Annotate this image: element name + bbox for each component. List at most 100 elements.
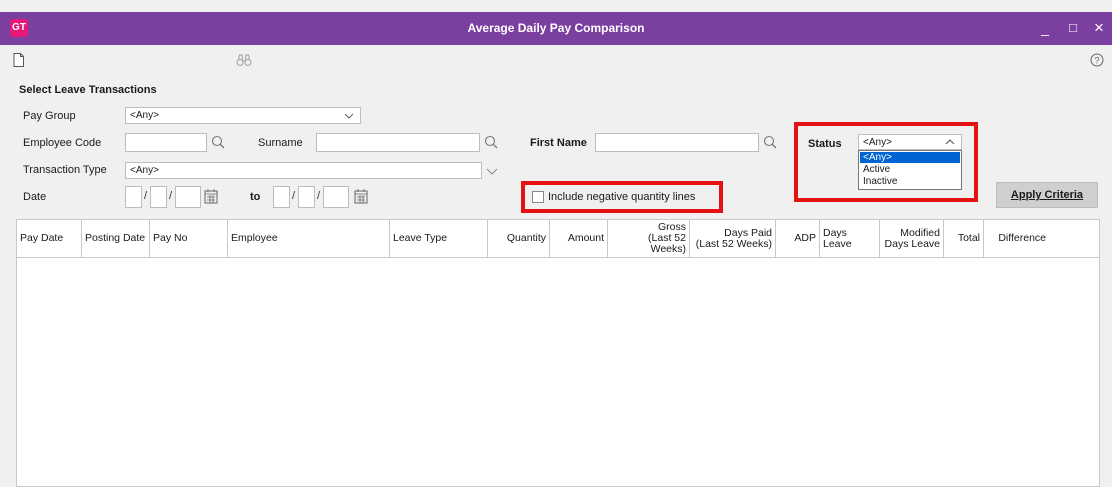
column-header-line1: Difference — [998, 232, 1046, 244]
date-to-year[interactable] — [323, 186, 349, 208]
apply-criteria-button[interactable]: Apply Criteria — [996, 182, 1098, 208]
column-header-line1: ADP — [794, 232, 816, 244]
chevron-down-icon[interactable] — [486, 166, 498, 176]
column-header-line2: Days Leave — [884, 237, 940, 250]
column-header-label: Amount — [568, 233, 604, 244]
column-header-line1: Employee — [231, 232, 278, 244]
surname-label: Surname — [258, 137, 303, 149]
column-header-line1: Posting Date — [85, 232, 146, 244]
pay-group-label: Pay Group — [23, 110, 76, 122]
column-header-label: Pay No — [153, 233, 187, 244]
column-header-label: Days Paid (Last 52 Weeks) — [695, 226, 772, 250]
column-header-label: Posting Date — [85, 233, 145, 244]
column-header-label: Quantity — [507, 233, 546, 244]
minimize-button[interactable]: _ — [1034, 18, 1056, 38]
status-option-any[interactable]: <Any> — [860, 152, 960, 163]
calendar-icon[interactable] — [354, 188, 368, 204]
calendar-icon[interactable] — [204, 188, 218, 204]
column-header[interactable]: Quantity — [488, 220, 550, 257]
column-header-line1: Pay No — [153, 232, 188, 244]
column-header[interactable]: Amount — [550, 220, 608, 257]
date-label: Date — [23, 191, 47, 203]
app-window: GT Average Daily Pay Comparison _ □ × ? … — [0, 0, 1112, 487]
close-button[interactable]: × — [1088, 18, 1110, 38]
include-negative-checkbox[interactable] — [532, 191, 544, 203]
column-header-line1: Total — [957, 232, 980, 244]
date-from-year[interactable] — [175, 186, 201, 208]
date-to-month[interactable] — [298, 186, 315, 208]
first-name-input[interactable] — [595, 133, 759, 152]
status-dropdown-list: <Any> Active Inactive — [858, 150, 962, 190]
date-to-label: to — [250, 191, 261, 203]
column-header[interactable]: Posting Date — [82, 220, 150, 257]
first-name-search-icon[interactable] — [763, 135, 777, 149]
date-to-day[interactable] — [273, 186, 290, 208]
column-header-line1: Modified — [900, 226, 940, 239]
column-header[interactable]: Leave Type — [390, 220, 488, 257]
date-from-day[interactable] — [125, 186, 142, 208]
first-name-label: First Name — [530, 137, 587, 149]
status-select[interactable]: <Any> — [858, 134, 962, 150]
column-header-label: Employee — [231, 233, 278, 244]
column-header[interactable]: Employee — [228, 220, 390, 257]
date-separator: / — [292, 190, 296, 202]
pay-group-value: <Any> — [130, 110, 159, 121]
column-header-label: Difference — [998, 233, 1046, 244]
status-option-inactive[interactable]: Inactive — [860, 176, 960, 187]
column-header[interactable]: Days Leave — [820, 220, 880, 257]
chevron-down-icon — [344, 113, 354, 119]
transaction-type-label: Transaction Type — [23, 164, 107, 176]
toolbar: ? — [0, 45, 1112, 75]
column-header-line1: Amount — [567, 232, 604, 244]
employee-code-input[interactable] — [125, 133, 207, 152]
column-header-line1: Leave Type — [393, 232, 448, 244]
date-from-month[interactable] — [150, 186, 167, 208]
column-header-label: Leave Type — [393, 233, 447, 244]
employee-code-label: Employee Code — [23, 137, 102, 149]
column-header[interactable]: Difference — [984, 220, 1049, 257]
column-header[interactable]: Gross (Last 52 Weeks) — [608, 220, 690, 257]
date-separator: / — [144, 190, 148, 202]
column-header-line2: (Last 52 Weeks) — [648, 232, 686, 255]
column-header-line1: Pay Date — [20, 232, 64, 244]
employee-search-icon[interactable] — [211, 135, 225, 149]
column-header[interactable]: Pay No — [150, 220, 228, 257]
date-separator: / — [169, 190, 173, 202]
chevron-up-icon — [945, 139, 955, 145]
results-grid: Pay Date Posting Date Pay No Employee Leave … — [16, 219, 1100, 487]
transaction-type-select[interactable]: <Any> — [125, 162, 482, 179]
column-header-label: Pay Date — [20, 233, 63, 244]
status-option-active[interactable]: Active — [860, 164, 960, 175]
column-header-label: ADP — [794, 233, 816, 244]
binoculars-icon[interactable] — [236, 53, 252, 67]
pay-group-select[interactable]: <Any> — [125, 107, 361, 124]
surname-input[interactable] — [316, 133, 480, 152]
column-header-label: Days Leave — [823, 226, 876, 250]
column-header[interactable]: Total — [944, 220, 984, 257]
column-header-line1: Quantity — [506, 232, 546, 244]
surname-search-icon[interactable] — [484, 135, 498, 149]
maximize-button[interactable]: □ — [1062, 18, 1084, 38]
column-header-line2: (Last 52 Weeks) — [695, 237, 772, 250]
window-title: Average Daily Pay Comparison — [467, 21, 645, 35]
column-header[interactable]: Pay Date — [17, 220, 82, 257]
column-header[interactable]: Modified Days Leave — [880, 220, 944, 257]
column-header-label: Modified Days Leave — [884, 226, 940, 250]
status-value: <Any> — [863, 137, 892, 148]
new-document-icon[interactable] — [12, 53, 26, 67]
column-header-label: Gross (Last 52 Weeks) — [611, 222, 686, 255]
column-header[interactable]: ADP — [776, 220, 820, 257]
transaction-type-value: <Any> — [130, 165, 159, 176]
grid-header-divider — [17, 257, 1099, 258]
title-bar: GT Average Daily Pay Comparison _ □ × — [0, 12, 1112, 45]
column-header-label: Total — [958, 233, 980, 244]
apply-criteria-label: Apply Criteria — [1010, 189, 1084, 201]
column-header-line1: Days Leave — [823, 226, 852, 250]
date-separator: / — [317, 190, 321, 202]
status-label: Status — [808, 138, 842, 150]
column-header-line1: Days Paid — [724, 226, 772, 239]
include-negative-label: Include negative quantity lines — [548, 191, 696, 203]
section-title: Select Leave Transactions — [19, 84, 157, 96]
help-icon[interactable]: ? — [1090, 53, 1104, 67]
column-header[interactable]: Days Paid (Last 52 Weeks) — [690, 220, 776, 257]
